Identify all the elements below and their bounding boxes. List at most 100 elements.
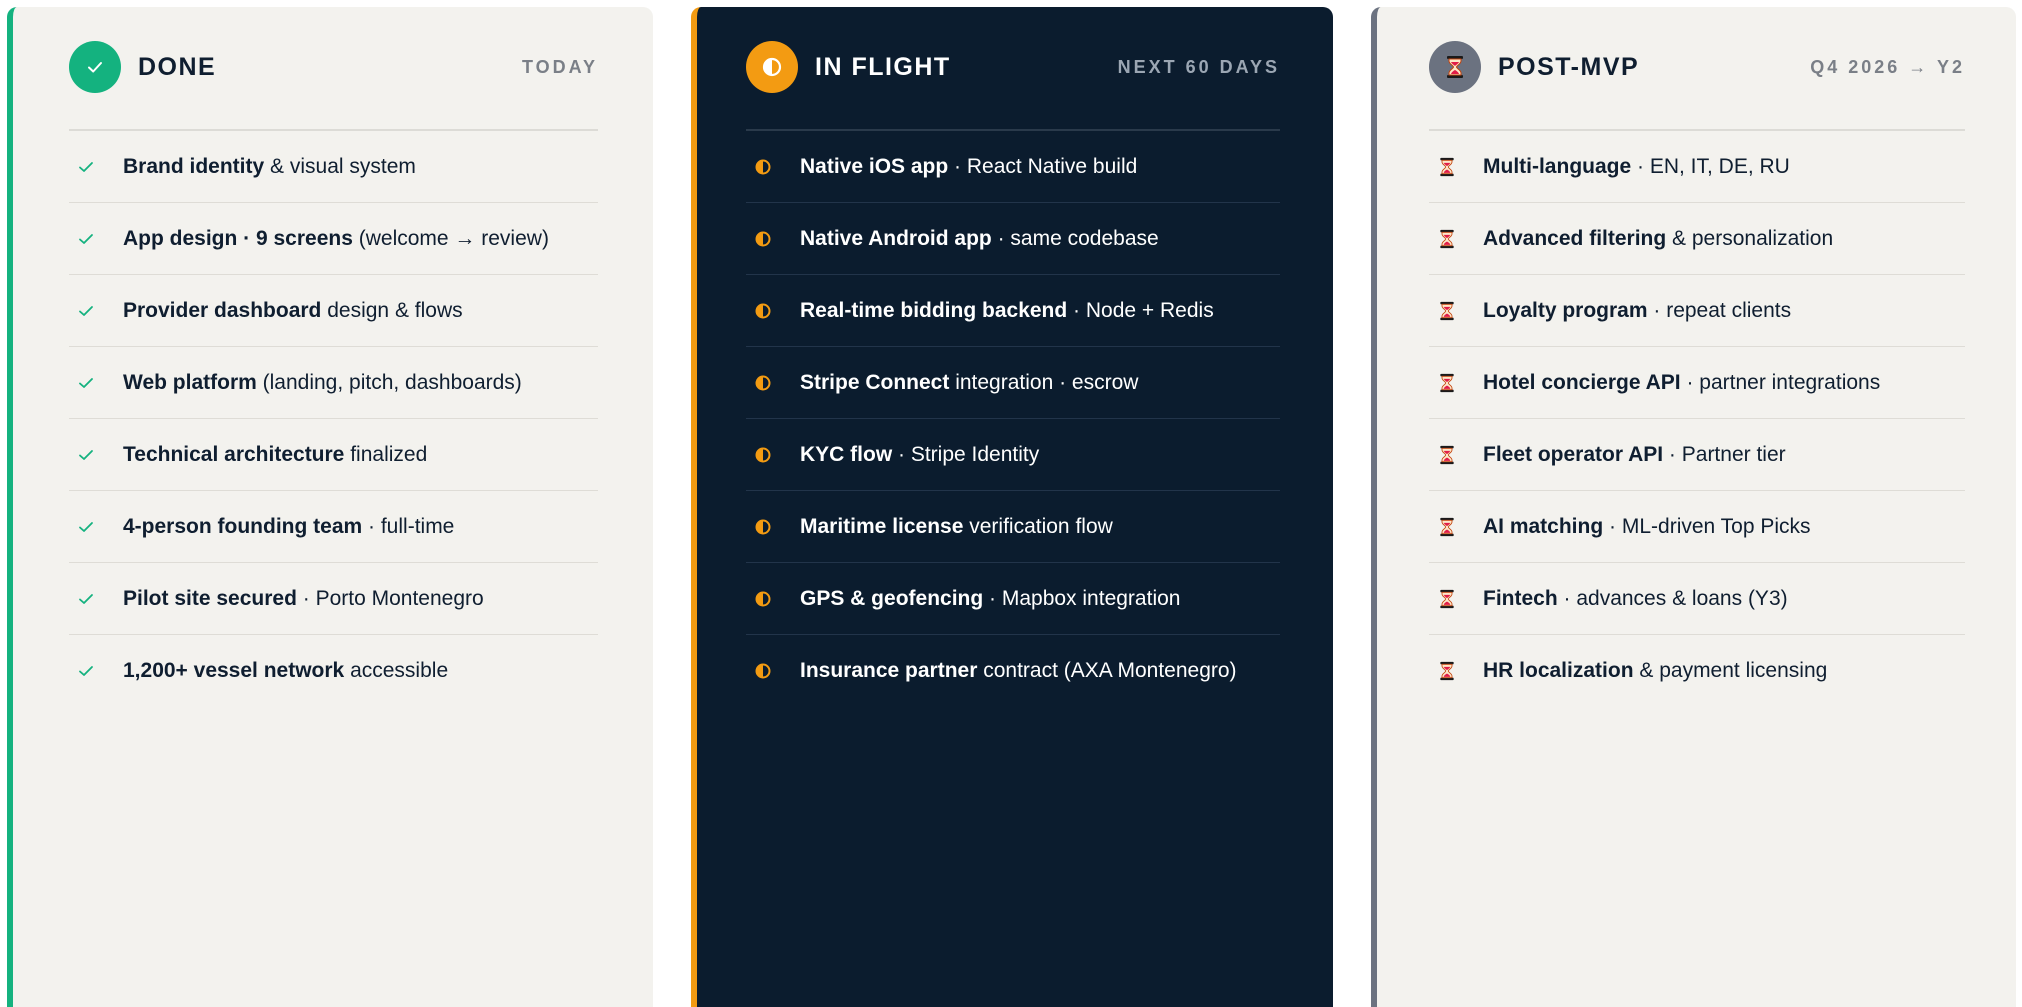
item-title: KYC flow	[800, 442, 893, 466]
item-title: Brand identity	[123, 154, 265, 178]
item-title: HR localization	[1483, 659, 1634, 682]
column-timeframe: Q4 2026 → Y2	[1810, 56, 1965, 77]
item-detail: · repeat clients	[1647, 298, 1792, 322]
hourglass-icon	[1429, 299, 1483, 323]
half-circle-icon	[746, 374, 800, 392]
list-item: Brand identity & visual system	[69, 131, 598, 203]
list-item: HR localization & payment licensing	[1429, 635, 1965, 707]
item-text: Brand identity & visual system	[123, 155, 416, 179]
half-circle-icon	[746, 158, 800, 176]
half-circle-icon	[746, 590, 800, 608]
item-title: Native iOS app	[800, 154, 949, 178]
list-item: 1,200+ vessel network accessible	[69, 635, 598, 707]
item-detail: contract (AXA Montenegro)	[977, 659, 1237, 682]
item-text: HR localization & payment licensing	[1483, 659, 1827, 683]
item-text: GPS & geofencing · Mapbox integration	[800, 587, 1180, 611]
list-item: Pilot site secured · Porto Montenegro	[69, 563, 598, 635]
item-detail: · Stripe Identity	[892, 442, 1040, 466]
list-item: AI matching · ML-driven Top Picks	[1429, 491, 1965, 563]
item-detail: · React Native build	[948, 154, 1138, 178]
item-detail: (welcome → review)	[352, 226, 549, 250]
item-title: Technical architecture	[123, 442, 345, 466]
check-icon	[69, 302, 123, 320]
item-title: Stripe Connect	[800, 370, 950, 394]
list-item: Fintech · advances & loans (Y3)	[1429, 563, 1965, 635]
column-title: IN FLIGHT	[815, 52, 951, 81]
item-title: Fintech	[1483, 586, 1558, 610]
list-item: KYC flow · Stripe Identity	[746, 419, 1280, 491]
item-detail: verification flow	[963, 514, 1113, 538]
hourglass-icon	[1429, 227, 1483, 251]
list-item: Multi-language · EN, IT, DE, RU	[1429, 131, 1965, 203]
half-circle-icon	[746, 518, 800, 536]
column-title: DONE	[138, 52, 217, 81]
item-text: Maritime license verification flow	[800, 515, 1113, 539]
item-title: Maritime license	[800, 514, 964, 538]
item-detail: & visual system	[264, 154, 416, 178]
list-item: Maritime license verification flow	[746, 491, 1280, 563]
list-item: 4-person founding team · full-time	[69, 491, 598, 563]
item-detail: integration · escrow	[949, 370, 1139, 394]
item-detail: design & flows	[321, 298, 463, 322]
column-post-mvp: POST-MVP Q4 2026 → Y2 Multi-language · E…	[1371, 7, 2016, 1007]
hourglass-icon	[1429, 371, 1483, 395]
item-detail: finalized	[344, 442, 428, 466]
item-text: Native Android app · same codebase	[800, 227, 1159, 251]
item-title: Insurance partner	[800, 659, 978, 682]
check-icon	[69, 41, 121, 93]
item-title: GPS & geofencing	[800, 586, 984, 610]
list-item: Web platform (landing, pitch, dashboards…	[69, 347, 598, 419]
item-text: Hotel concierge API · partner integratio…	[1483, 371, 1880, 395]
check-icon	[69, 446, 123, 464]
column-timeframe: NEXT 60 DAYS	[1117, 56, 1280, 77]
item-detail: · advances & loans (Y3)	[1557, 586, 1788, 610]
column-done: DONE TODAY Brand identity & visual syste…	[7, 7, 653, 1007]
item-text: Loyalty program · repeat clients	[1483, 299, 1791, 323]
list-item: Fleet operator API · Partner tier	[1429, 419, 1965, 491]
hourglass-icon	[1429, 41, 1481, 93]
item-title: Pilot site secured	[123, 586, 297, 610]
column-timeframe: TODAY	[521, 56, 598, 77]
check-icon	[69, 662, 123, 680]
item-detail: (landing, pitch, dashboards)	[256, 370, 522, 394]
item-text: Real-time bidding backend · Node + Redis	[800, 299, 1214, 323]
item-detail: & payment licensing	[1633, 659, 1828, 682]
hourglass-icon	[1429, 443, 1483, 467]
item-text: Insurance partner contract (AXA Monteneg…	[800, 659, 1237, 683]
list-item: Native Android app · same codebase	[746, 203, 1280, 275]
item-detail: · Partner tier	[1663, 442, 1786, 466]
column-in-flight: IN FLIGHT NEXT 60 DAYS Native iOS app · …	[691, 7, 1333, 1007]
item-detail: · Node + Redis	[1067, 298, 1214, 322]
item-detail: & personalization	[1666, 226, 1834, 250]
item-title: App design · 9 screens	[123, 226, 353, 250]
half-circle-icon	[746, 302, 800, 320]
check-icon	[69, 590, 123, 608]
item-detail: · same codebase	[991, 226, 1159, 250]
hourglass-icon	[1429, 515, 1483, 539]
column-header-done: DONE TODAY	[69, 7, 598, 131]
item-text: Multi-language · EN, IT, DE, RU	[1483, 155, 1790, 179]
item-list: Multi-language · EN, IT, DE, RU Advanced …	[1429, 131, 1965, 707]
item-text: KYC flow · Stripe Identity	[800, 443, 1039, 467]
column-header-post-mvp: POST-MVP Q4 2026 → Y2	[1429, 7, 1965, 131]
list-item: App design · 9 screens (welcome → review…	[69, 203, 598, 275]
half-circle-icon	[746, 230, 800, 248]
half-circle-icon	[746, 446, 800, 464]
item-detail: · EN, IT, DE, RU	[1631, 154, 1790, 178]
item-detail: · Porto Montenegro	[296, 586, 484, 610]
item-list: Brand identity & visual system App design…	[69, 131, 598, 707]
item-text: Stripe Connect integration · escrow	[800, 371, 1138, 395]
item-title: Hotel concierge API	[1483, 370, 1681, 394]
item-list: Native iOS app · React Native build Nativ…	[746, 131, 1280, 707]
list-item: Provider dashboard design & flows	[69, 275, 598, 347]
half-circle-icon	[746, 41, 798, 93]
item-detail: · ML-driven Top Picks	[1603, 514, 1811, 538]
item-detail: accessible	[344, 659, 449, 682]
item-title: Advanced filtering	[1483, 226, 1667, 250]
check-icon	[69, 518, 123, 536]
list-item: Native iOS app · React Native build	[746, 131, 1280, 203]
hourglass-icon	[1429, 155, 1483, 179]
hourglass-icon	[1429, 587, 1483, 611]
item-detail: · full-time	[362, 514, 455, 538]
item-title: Provider dashboard	[123, 298, 322, 322]
